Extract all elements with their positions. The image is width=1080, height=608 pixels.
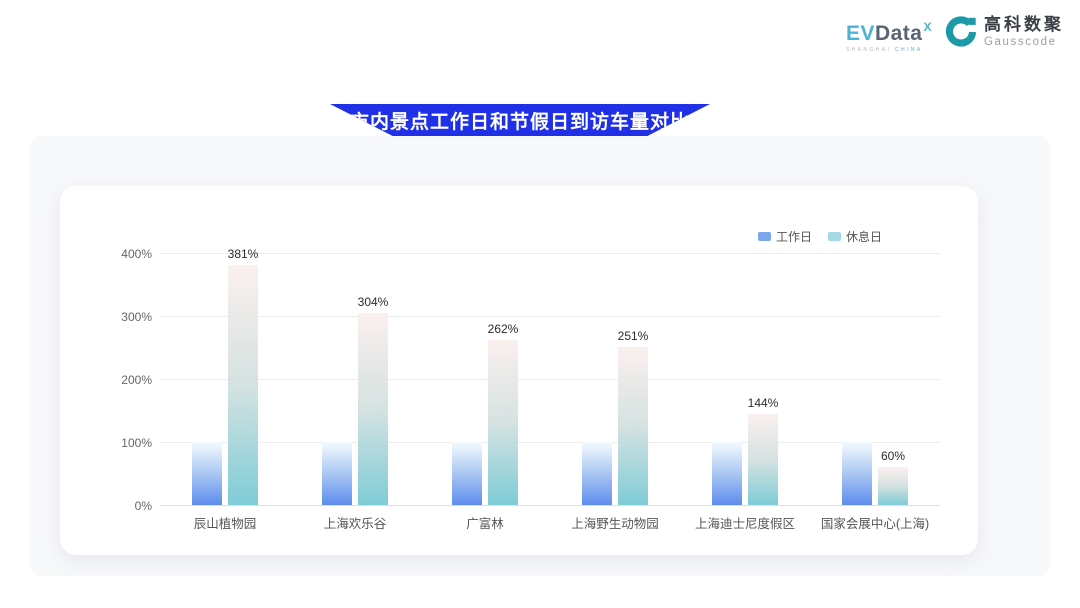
gridline-200 bbox=[160, 379, 940, 380]
bar-工作日-上海欢乐谷 bbox=[322, 442, 352, 505]
gausscode-cn-name: 高科数聚 bbox=[984, 16, 1064, 35]
page: EVDataX SHANGHAI CHINA 高科数聚 Gausscode 市内… bbox=[0, 0, 1080, 608]
y-axis-tick: 100% bbox=[98, 436, 152, 450]
bar-value-label: 60% bbox=[863, 449, 923, 463]
bar-工作日-辰山植物园 bbox=[192, 442, 222, 505]
evdata-x-mark: X bbox=[923, 20, 932, 34]
header-logos: EVDataX SHANGHAI CHINA 高科数聚 Gausscode bbox=[846, 16, 1064, 53]
bar-休息日-上海野生动物园 bbox=[618, 347, 648, 505]
chart-card: 工作日 休息日 0% 100% 200% 300% 400% 381% 辰山植物园 304% 上海… bbox=[60, 186, 978, 555]
legend-item-工作日[interactable]: 工作日 bbox=[758, 228, 812, 245]
x-axis-label: 上海迪士尼度假区 bbox=[680, 513, 810, 532]
evdata-logo: EVDataX SHANGHAI CHINA bbox=[846, 16, 931, 53]
bar-休息日-国家会展中心(上海) bbox=[878, 467, 908, 505]
evdata-sub-left: SHANGHAI bbox=[846, 47, 895, 53]
legend-item-休息日[interactable]: 休息日 bbox=[828, 228, 882, 245]
bar-休息日-辰山植物园 bbox=[228, 265, 258, 505]
gausscode-en-name: Gausscode bbox=[984, 36, 1064, 48]
evdata-logo-text: EVDataX bbox=[846, 23, 931, 44]
page-title: 市内景点工作日和节假日到访车量对比 bbox=[350, 107, 690, 134]
bar-value-label: 381% bbox=[213, 247, 273, 261]
bar-休息日-上海欢乐谷 bbox=[358, 313, 388, 505]
gridline-300 bbox=[160, 316, 940, 317]
evdata-ev: EV bbox=[846, 22, 875, 45]
y-axis-tick: 0% bbox=[98, 499, 152, 513]
bar-value-label: 304% bbox=[343, 295, 403, 309]
x-axis-label: 上海欢乐谷 bbox=[290, 513, 420, 532]
y-axis-tick: 200% bbox=[98, 373, 152, 387]
gausscode-text: 高科数聚 Gausscode bbox=[984, 16, 1064, 48]
x-axis-label: 上海野生动物园 bbox=[550, 513, 680, 532]
bar-value-label: 251% bbox=[603, 329, 663, 343]
bar-工作日-广富林 bbox=[452, 442, 482, 505]
evdata-subtext: SHANGHAI CHINA bbox=[846, 47, 931, 53]
bar-工作日-上海迪士尼度假区 bbox=[712, 442, 742, 505]
evdata-word: Data bbox=[875, 22, 923, 45]
legend-swatch bbox=[758, 232, 771, 241]
bar-value-label: 262% bbox=[473, 322, 533, 336]
gausscode-g-icon bbox=[945, 16, 977, 48]
gausscode-logo: 高科数聚 Gausscode bbox=[945, 16, 1064, 48]
y-axis-tick: 400% bbox=[98, 247, 152, 261]
chart-legend: 工作日 休息日 bbox=[758, 228, 882, 245]
gridline-400 bbox=[160, 253, 940, 254]
legend-swatch bbox=[828, 232, 841, 241]
y-axis-tick: 300% bbox=[98, 310, 152, 324]
bar-工作日-上海野生动物园 bbox=[582, 442, 612, 505]
x-axis-label: 国家会展中心(上海) bbox=[810, 513, 940, 532]
legend-label: 工作日 bbox=[776, 228, 812, 245]
bar-休息日-上海迪士尼度假区 bbox=[748, 414, 778, 505]
title-banner: 市内景点工作日和节假日到访车量对比 bbox=[330, 104, 710, 137]
legend-label: 休息日 bbox=[846, 228, 882, 245]
gridline-100 bbox=[160, 442, 940, 443]
gridline-0 bbox=[160, 505, 940, 506]
x-axis-label: 辰山植物园 bbox=[160, 513, 290, 532]
bar-休息日-广富林 bbox=[488, 340, 518, 505]
bar-value-label: 144% bbox=[733, 396, 793, 410]
evdata-sub-right: CHINA bbox=[895, 47, 923, 53]
x-axis-label: 广富林 bbox=[420, 513, 550, 532]
